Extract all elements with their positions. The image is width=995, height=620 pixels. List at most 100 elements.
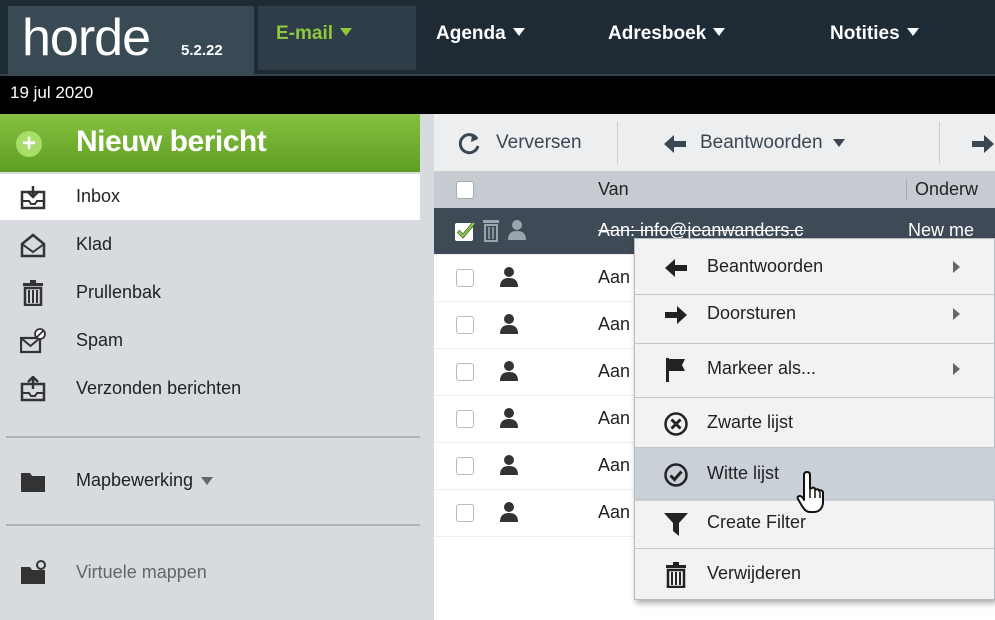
- folder-label: Klad: [76, 234, 113, 254]
- user-icon: [500, 267, 518, 287]
- sidebar: + Nieuw bericht Inbox Klad Prullenbak Sp…: [0, 114, 420, 620]
- menu-item-delete[interactable]: Verwijderen: [635, 548, 995, 601]
- inbox-icon: [20, 186, 46, 210]
- folder-label: Spam: [76, 330, 124, 350]
- trash-icon: [23, 280, 43, 306]
- context-menu: Beantwoorden Doorsturen Markeer als... Z…: [634, 238, 995, 600]
- divider: [6, 436, 420, 438]
- folder-label: Prullenbak: [76, 282, 162, 302]
- trash-icon: [666, 562, 686, 588]
- menu-item-mark-as[interactable]: Markeer als...: [635, 343, 995, 396]
- user-icon: [500, 408, 518, 428]
- folder-verzonden[interactable]: Verzonden berichten: [0, 366, 420, 412]
- blacklist-icon: [664, 412, 688, 436]
- row-checkbox[interactable]: [456, 457, 474, 475]
- current-date: 19 jul 2020: [10, 83, 94, 102]
- chevron-down-icon: [201, 477, 214, 486]
- forward-button[interactable]: [944, 122, 995, 164]
- menu-item-reply[interactable]: Beantwoorden: [635, 241, 995, 294]
- version-label: 5.2.22: [181, 42, 223, 59]
- column-header-from[interactable]: Van: [598, 179, 629, 200]
- hand-pointer-cursor-icon: [796, 471, 824, 513]
- folder-klad[interactable]: Klad: [0, 222, 420, 268]
- top-navigation-bar: horde 5.2.22 E-mail Agenda Adresboek Not…: [0, 0, 995, 74]
- menu-item-label: Markeer als...: [707, 358, 817, 378]
- refresh-button[interactable]: Verversen: [442, 122, 618, 164]
- nav-adresboek-label: Adresboek: [608, 23, 707, 44]
- nav-notities[interactable]: Notities: [812, 6, 937, 70]
- folder-spam[interactable]: Spam: [0, 318, 420, 364]
- chevron-right-icon: [953, 261, 960, 273]
- row-checkbox[interactable]: [456, 504, 474, 522]
- sent-icon: [20, 376, 46, 402]
- chevron-down-icon: [906, 27, 919, 36]
- nav-notities-label: Notities: [830, 23, 900, 44]
- list-header: Van Onderw: [434, 172, 995, 208]
- reply-label-wrap: Beantwoorden: [700, 122, 845, 164]
- refresh-label: Verversen: [496, 132, 582, 153]
- virtual-folders-label: Virtuele mappen: [76, 562, 207, 582]
- new-message-button[interactable]: + Nieuw bericht: [0, 114, 420, 172]
- toolbar: Verversen Beantwoorden: [434, 114, 995, 172]
- logo-text: horde: [22, 9, 151, 67]
- select-all-checkbox[interactable]: [456, 181, 474, 199]
- menu-item-blacklist[interactable]: Zwarte lijst: [635, 397, 995, 450]
- menu-item-label: Zwarte lijst: [707, 412, 794, 432]
- column-header-subject[interactable]: Onderw: [906, 179, 978, 200]
- user-icon: [500, 361, 518, 381]
- row-checkbox[interactable]: [456, 410, 474, 428]
- user-icon: [500, 455, 518, 475]
- folder-actions-label: Mapbewerking: [76, 470, 194, 490]
- chevron-down-icon: [512, 27, 525, 36]
- spam-icon: [20, 328, 46, 354]
- menu-item-label: Verwijderen: [707, 563, 802, 583]
- folder-add-icon: [21, 560, 46, 584]
- user-icon: [500, 502, 518, 522]
- forward-arrow-icon: [972, 135, 994, 153]
- chevron-right-icon: [953, 363, 960, 375]
- forward-arrow-icon: [665, 306, 687, 324]
- divider: [6, 524, 420, 526]
- new-message-label: Nieuw bericht: [76, 125, 267, 158]
- row-checkbox[interactable]: [456, 316, 474, 334]
- nav-adresboek[interactable]: Adresboek: [590, 6, 743, 70]
- filter-icon: [664, 513, 688, 536]
- nav-email-label: E-mail: [276, 23, 334, 44]
- chevron-right-icon: [953, 308, 960, 320]
- folder-prullenbak[interactable]: Prullenbak: [0, 270, 420, 316]
- row-checkbox[interactable]: [456, 363, 474, 381]
- chevron-down-icon: [340, 27, 353, 36]
- reply-button[interactable]: Beantwoorden: [640, 122, 940, 164]
- plus-icon: +: [16, 131, 42, 157]
- trash-icon: [483, 220, 499, 242]
- folder-icon: [21, 473, 45, 492]
- folder-actions-label-wrap: Mapbewerking: [76, 470, 214, 491]
- row-checkbox[interactable]: [456, 269, 474, 287]
- date-bar: 19 jul 2020: [0, 74, 995, 114]
- menu-item-label: Witte lijst: [707, 463, 779, 483]
- horde-logo[interactable]: horde 5.2.22: [8, 6, 254, 74]
- nav-agenda-label: Agenda: [436, 23, 506, 44]
- refresh-icon: [458, 133, 480, 155]
- reply-label: Beantwoorden: [700, 132, 823, 153]
- folder-inbox[interactable]: Inbox: [0, 174, 420, 220]
- checked-checkbox-icon[interactable]: [454, 220, 476, 242]
- chevron-down-icon: [713, 27, 726, 36]
- menu-item-label: Doorsturen: [707, 303, 797, 323]
- folder-label: Verzonden berichten: [76, 378, 242, 398]
- reply-arrow-icon: [664, 135, 686, 153]
- folder-actions-menu[interactable]: Mapbewerking: [0, 458, 420, 504]
- menu-item-label: Create Filter: [707, 512, 807, 532]
- nav-email[interactable]: E-mail: [258, 6, 416, 70]
- menu-item-forward[interactable]: Doorsturen: [635, 288, 995, 341]
- folder-label: Inbox: [76, 186, 121, 206]
- virtual-folders[interactable]: Virtuele mappen: [0, 550, 420, 596]
- user-icon: [500, 314, 518, 334]
- whitelist-icon: [664, 463, 688, 487]
- user-icon: [508, 220, 526, 240]
- menu-item-label: Beantwoorden: [707, 256, 824, 276]
- drafts-icon: [20, 233, 46, 258]
- reply-arrow-icon: [665, 259, 687, 277]
- nav-agenda[interactable]: Agenda: [418, 6, 543, 70]
- flag-icon: [666, 358, 685, 382]
